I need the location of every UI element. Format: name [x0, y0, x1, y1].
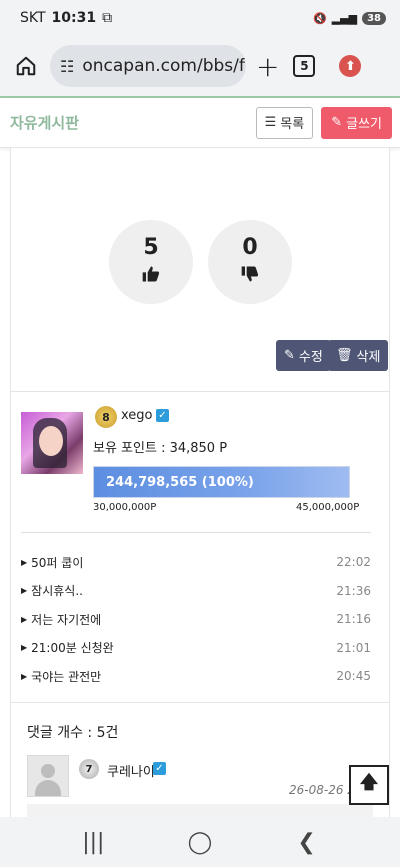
- upvote-button[interactable]: 5: [109, 220, 193, 304]
- caret-right-icon: ▶: [21, 671, 28, 681]
- delete-post-button[interactable]: 🗑 삭제: [328, 340, 389, 371]
- caret-right-icon: ▶: [21, 557, 28, 567]
- screenshot-icon: ⧉: [102, 10, 113, 26]
- verified-icon: ✓: [153, 762, 166, 775]
- list-item[interactable]: ▶ 21:00분 신청완 21:01: [21, 634, 371, 663]
- exp-progress-bar: 244,798,565 (100%): [93, 466, 350, 498]
- progress-range-max: 45,000,000P: [296, 502, 360, 513]
- divider: [21, 532, 371, 533]
- list-item[interactable]: ▶ 잠시휴식.. 21:36: [21, 577, 371, 606]
- carrier-label: SKT: [20, 10, 46, 26]
- list-icon: ☰: [264, 115, 277, 130]
- post-title: 잠시휴식..: [31, 584, 83, 599]
- avatar-body: [35, 780, 61, 796]
- signal-icon: ▂▄▆: [331, 11, 358, 25]
- tabs-count-button[interactable]: 5: [293, 55, 316, 77]
- tune-icon[interactable]: ☷: [60, 57, 74, 76]
- post-time: 21:01: [336, 640, 371, 655]
- downvote-count: 0: [242, 234, 258, 260]
- pencil-icon: ✎: [331, 115, 343, 130]
- list-item[interactable]: ▶ 50퍼 쿱이 22:02: [21, 548, 371, 577]
- battery-indicator: 38: [362, 11, 386, 25]
- avatar-face: [39, 426, 63, 456]
- vote-area: 5 0 ✎ 수정 🗑 삭제: [11, 148, 389, 392]
- commenter-avatar[interactable]: [27, 755, 69, 797]
- author-recent-posts: ▶ 50퍼 쿱이 22:02 ▶ 잠시휴식.. 21:36 ▶ 저는 자기전에 …: [21, 548, 371, 691]
- level-badge: 8: [95, 406, 117, 428]
- thumbs-down-icon: [240, 264, 260, 289]
- edit-icon: ✎: [284, 348, 295, 363]
- commenter-name[interactable]: 쿠레나이: [107, 761, 155, 780]
- trash-icon: 🗑: [336, 348, 353, 363]
- downvote-button[interactable]: 0: [208, 220, 292, 304]
- thumbs-up-icon: [141, 264, 161, 289]
- post-title: 50퍼 쿱이: [31, 555, 84, 570]
- progress-text: 244,798,565 (100%): [106, 474, 254, 490]
- avatar-head: [41, 764, 55, 778]
- edit-button-label: 수정: [298, 350, 323, 365]
- edit-post-button[interactable]: ✎ 수정: [276, 340, 331, 371]
- post-time: 21:16: [336, 612, 371, 627]
- plus-icon[interactable]: +: [256, 50, 279, 83]
- divider: [11, 702, 389, 703]
- url-text: oncapan.com/bbs/fr: [82, 56, 246, 76]
- mute-icon: 🔇: [312, 11, 327, 25]
- arrow-up-icon: 🡅: [359, 772, 379, 793]
- comment-body: [27, 804, 373, 817]
- author-avatar[interactable]: [21, 412, 83, 474]
- post-title: 저는 자기전에: [31, 612, 102, 627]
- caret-right-icon: ▶: [21, 614, 28, 624]
- scroll-to-top-button[interactable]: 🡅: [349, 765, 389, 805]
- url-bar[interactable]: ☷ oncapan.com/bbs/fr: [50, 45, 246, 87]
- system-nav-bar: ||| ◯ ❮: [0, 817, 400, 867]
- write-button-label: 글쓰기: [346, 117, 382, 132]
- post-time: 21:36: [336, 583, 371, 598]
- clock: 10:31: [51, 10, 97, 26]
- author-profile: 8 xego ✓ 보유 포인트 : 34,850 P 244,798,565 (…: [11, 392, 389, 532]
- post-time: 20:45: [336, 669, 371, 684]
- post-title: 국야는 관전만: [31, 669, 102, 684]
- board-title[interactable]: 자유게시판: [10, 112, 79, 133]
- board-header: 자유게시판 ☰ 목록 ✎ 글쓰기: [0, 98, 400, 148]
- comment-count: 댓글 개수 : 5건: [27, 725, 119, 741]
- list-item[interactable]: ▶ 국야는 관전만 20:45: [21, 662, 371, 691]
- verified-icon: ✓: [156, 409, 169, 422]
- browser-toolbar: ☷ oncapan.com/bbs/fr + 5 ⬆: [0, 36, 400, 96]
- caret-right-icon: ▶: [21, 586, 28, 596]
- delete-button-label: 삭제: [356, 350, 381, 365]
- upvote-count: 5: [143, 234, 159, 260]
- status-bar: SKT 10:31 ⧉ 🔇 ▂▄▆ 38: [0, 0, 400, 36]
- list-item[interactable]: ▶ 저는 자기전에 21:16: [21, 605, 371, 634]
- post-title: 21:00분 신청완: [31, 641, 114, 656]
- upload-icon[interactable]: ⬆: [339, 55, 362, 77]
- home-nav-icon[interactable]: ◯: [180, 830, 220, 855]
- back-icon[interactable]: ❮: [287, 830, 327, 855]
- recent-apps-icon[interactable]: |||: [73, 830, 113, 855]
- post-time: 22:02: [336, 555, 371, 570]
- list-button[interactable]: ☰ 목록: [255, 106, 314, 139]
- write-button[interactable]: ✎ 글쓰기: [321, 106, 392, 139]
- progress-fill: 244,798,565 (100%): [94, 467, 349, 497]
- commenter-level-badge: 7: [79, 759, 99, 779]
- progress-range-min: 30,000,000P: [93, 502, 157, 513]
- post-content: 5 0 ✎ 수정 🗑 삭제 8 xego ✓ 보유 포인트 : 34,850 P: [10, 148, 390, 817]
- points-text: 보유 포인트 : 34,850 P: [93, 441, 228, 456]
- caret-right-icon: ▶: [21, 643, 28, 653]
- list-button-label: 목록: [280, 117, 305, 132]
- home-icon[interactable]: [8, 48, 44, 84]
- author-name[interactable]: xego: [121, 408, 153, 423]
